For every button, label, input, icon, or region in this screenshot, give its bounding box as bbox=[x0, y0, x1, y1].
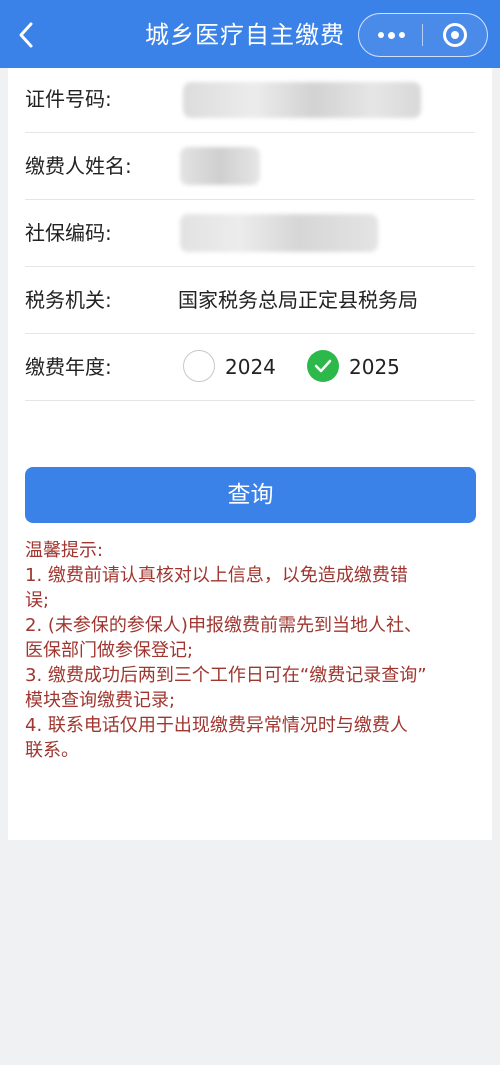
year-option-2025[interactable]: 2025 bbox=[307, 349, 407, 385]
tax-office-row: 税务机关: 国家税务总局正定县税务局 bbox=[25, 267, 475, 334]
payment-year-label: 缴费年度: bbox=[25, 355, 112, 379]
tax-office-label: 税务机关: bbox=[25, 288, 112, 312]
year-option-label: 2025 bbox=[349, 355, 400, 379]
mini-program-capsule bbox=[358, 13, 488, 57]
tips-line: 医保部门做参保登记; bbox=[25, 640, 194, 661]
close-icon[interactable] bbox=[423, 14, 487, 56]
social-security-value-redacted bbox=[180, 214, 378, 252]
id-number-label: 证件号码: bbox=[25, 87, 112, 111]
query-button[interactable]: 查询 bbox=[25, 467, 476, 523]
payment-year-row: 缴费年度: 2024 2025 bbox=[25, 334, 475, 401]
year-option-label: 2024 bbox=[225, 355, 276, 379]
tips-line: 2. (未参保的参保人)申报缴费前需先到当地人社、 bbox=[25, 615, 422, 636]
year-option-2024[interactable]: 2024 bbox=[183, 349, 283, 385]
tax-office-value: 国家税务总局正定县税务局 bbox=[178, 288, 418, 312]
social-security-label: 社保编码: bbox=[25, 221, 112, 245]
page-title: 城乡医疗自主缴费 bbox=[145, 21, 345, 49]
id-number-row: 证件号码: bbox=[25, 68, 475, 133]
tips-line: 3. 缴费成功后两到三个工作日可在“缴费记录查询” bbox=[25, 665, 427, 686]
tips-line: 联系。 bbox=[25, 740, 79, 761]
payer-name-label: 缴费人姓名: bbox=[25, 154, 132, 178]
back-icon[interactable] bbox=[14, 20, 40, 50]
id-number-value-redacted bbox=[183, 82, 421, 118]
tips-panel: 温馨提示: 1. 缴费前请认真核对以上信息，以免造成缴费错 误; 2. (未参保… bbox=[25, 538, 480, 763]
form-card: 证件号码: 缴费人姓名: 社保编码: 税务机关: 国家税务总局正定县税务局 缴费… bbox=[8, 68, 492, 840]
payer-name-value-redacted bbox=[180, 147, 260, 185]
radio-unchecked-icon bbox=[183, 350, 215, 382]
social-security-row: 社保编码: bbox=[25, 200, 475, 267]
tips-title: 温馨提示: bbox=[25, 540, 104, 561]
top-nav-bar: 城乡医疗自主缴费 bbox=[0, 0, 500, 68]
tips-line: 误; bbox=[25, 590, 50, 611]
tips-line: 模块查询缴费记录; bbox=[25, 690, 176, 711]
check-icon bbox=[307, 350, 339, 382]
payer-name-row: 缴费人姓名: bbox=[25, 133, 475, 200]
tips-line: 4. 联系电话仅用于出现缴费异常情况时与缴费人 bbox=[25, 715, 408, 736]
tips-line: 1. 缴费前请认真核对以上信息，以免造成缴费错 bbox=[25, 565, 408, 586]
more-icon[interactable] bbox=[359, 14, 422, 56]
